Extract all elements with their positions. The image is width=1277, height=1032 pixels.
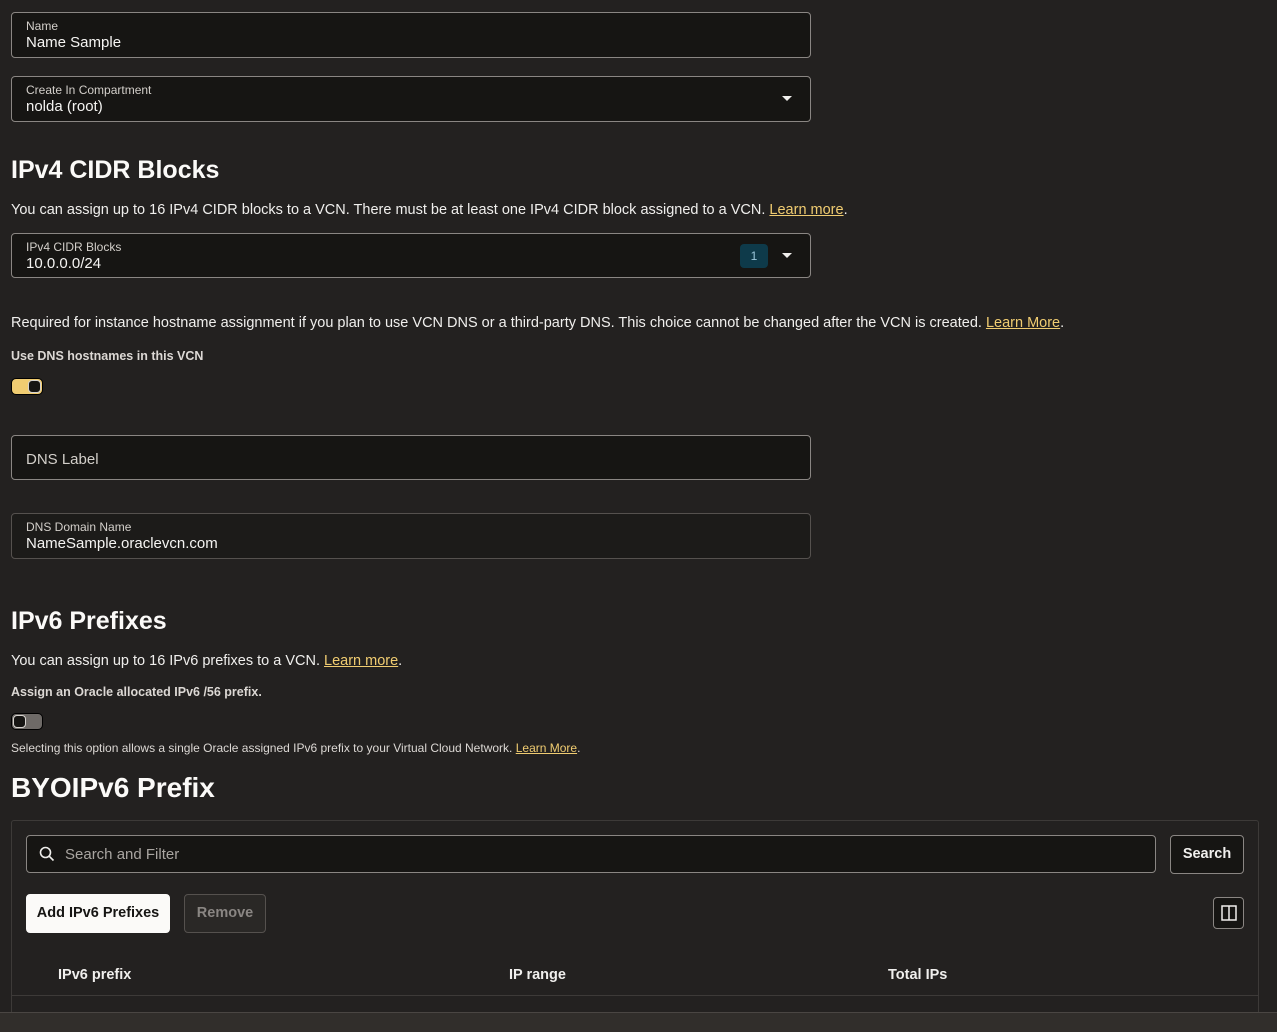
- dns-domain-label: DNS Domain Name: [26, 520, 132, 534]
- dns-domain-value: NameSample.oraclevcn.com: [26, 535, 218, 552]
- search-input[interactable]: Search and Filter: [26, 835, 1156, 873]
- name-input[interactable]: Name Sample: [26, 34, 121, 51]
- compartment-label: Create In Compartment: [26, 83, 152, 97]
- name-field[interactable]: Name Name Sample: [11, 12, 811, 58]
- ipv6-help-text: Selecting this option allows a single Or…: [11, 741, 581, 755]
- compartment-select[interactable]: Create In Compartment nolda (root): [11, 76, 811, 122]
- table-divider: [12, 995, 1258, 996]
- ipv4-learn-more-link[interactable]: Learn more: [769, 202, 843, 218]
- byoip-panel: Search and Filter Search Add IPv6 Prefix…: [11, 820, 1259, 1020]
- ipv6-learn-more-link[interactable]: Learn more: [324, 653, 398, 669]
- dns-label-placeholder: DNS Label: [26, 451, 99, 468]
- dns-learn-more-link[interactable]: Learn More: [986, 315, 1060, 331]
- ipv6-help-learn-more-link[interactable]: Learn More: [516, 741, 577, 755]
- search-placeholder: Search and Filter: [65, 846, 180, 863]
- toggle-knob: [28, 380, 41, 393]
- dns-domain-field: DNS Domain Name NameSample.oraclevcn.com: [11, 513, 811, 559]
- dns-hostnames-toggle[interactable]: [11, 378, 43, 395]
- bottom-bar: [0, 1012, 1277, 1032]
- ipv4-cidr-label: IPv4 CIDR Blocks: [26, 240, 122, 254]
- dns-label-field[interactable]: DNS Label: [11, 435, 811, 480]
- ipv4-cidr-value: 10.0.0.0/24: [26, 255, 102, 272]
- chevron-down-icon[interactable]: [782, 253, 792, 258]
- column-header-total-ips[interactable]: Total IPs: [888, 967, 947, 983]
- dns-toggle-label: Use DNS hostnames in this VCN: [11, 349, 204, 363]
- ipv6-heading: IPv6 Prefixes: [11, 607, 167, 635]
- chevron-down-icon[interactable]: [782, 96, 792, 101]
- name-label: Name: [26, 19, 59, 33]
- ipv4-heading: IPv4 CIDR Blocks: [11, 156, 220, 184]
- columns-button[interactable]: [1213, 897, 1244, 929]
- ipv6-toggle-label: Assign an Oracle allocated IPv6 /56 pref…: [11, 685, 262, 699]
- search-icon: [39, 846, 55, 862]
- byoip-heading: BYOIPv6 Prefix: [11, 772, 215, 803]
- ipv4-cidr-select[interactable]: IPv4 CIDR Blocks 10.0.0.0/24 1: [11, 233, 811, 278]
- columns-icon: [1221, 905, 1237, 921]
- compartment-value: nolda (root): [26, 98, 103, 115]
- toggle-knob: [13, 715, 26, 728]
- ipv6-oracle-prefix-toggle[interactable]: [11, 713, 43, 730]
- ipv6-description: You can assign up to 16 IPv6 prefixes to…: [11, 653, 403, 669]
- column-header-ipv6-prefix[interactable]: IPv6 prefix: [58, 967, 131, 983]
- count-badge: 1: [740, 244, 768, 268]
- ipv4-description: You can assign up to 16 IPv4 CIDR blocks…: [11, 202, 848, 218]
- dns-description: Required for instance hostname assignmen…: [11, 315, 1065, 331]
- remove-button: Remove: [184, 894, 266, 933]
- column-header-ip-range[interactable]: IP range: [509, 967, 566, 983]
- add-ipv6-prefixes-button[interactable]: Add IPv6 Prefixes: [26, 894, 170, 933]
- search-button[interactable]: Search: [1170, 835, 1244, 874]
